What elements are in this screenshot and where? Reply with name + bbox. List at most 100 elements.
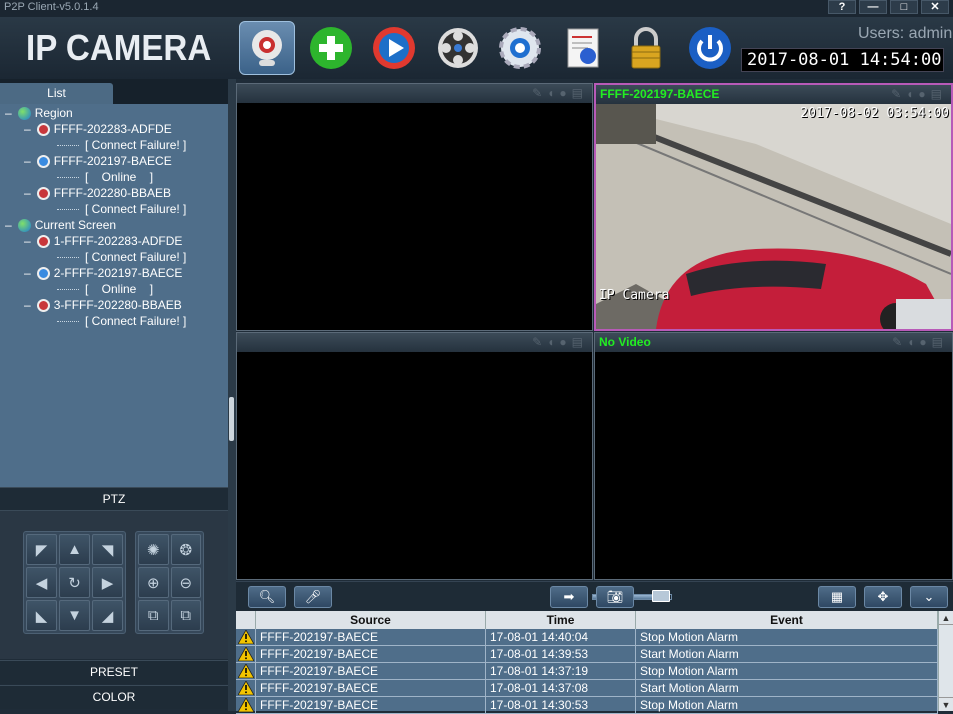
ptz-auto-rotate-button[interactable]: ↻ bbox=[59, 567, 90, 598]
cell-source: FFFF-202197-BAECE bbox=[256, 629, 486, 645]
camera-offline-icon bbox=[36, 186, 50, 200]
camera-offline-icon bbox=[36, 234, 50, 248]
add-device-button[interactable] bbox=[303, 21, 359, 75]
microphone-icon: 🎤︎ bbox=[304, 589, 322, 604]
zoom-in-button[interactable]: ⊕ bbox=[138, 567, 169, 598]
ptz-left-button[interactable]: ◀ bbox=[26, 567, 57, 598]
current-user: Users: admin bbox=[858, 25, 953, 42]
pane-tool-icons: ✎◖●▤ bbox=[892, 335, 948, 349]
table-row[interactable]: FFFF-202197-BAECE 17-08-01 14:39:53 Start … bbox=[236, 646, 938, 663]
table-row[interactable]: FFFF-202197-BAECE 17-08-01 14:30:53 Stop M… bbox=[236, 697, 938, 714]
iris-close-button[interactable]: ⧉ bbox=[170, 600, 201, 631]
ptz-lens-pad: ✺ ❂ ⊕ ⊖ ⧉ ⧉ bbox=[135, 531, 204, 634]
preset-section-header[interactable]: PRESET bbox=[0, 660, 228, 684]
plus-icon bbox=[310, 27, 352, 69]
cell-time: 17-08-01 14:37:19 bbox=[486, 663, 636, 679]
collapse-button[interactable]: ⌄ bbox=[910, 586, 948, 608]
volume-knob[interactable] bbox=[652, 590, 670, 602]
tab-list[interactable]: List bbox=[0, 83, 113, 104]
col-source[interactable]: Source bbox=[256, 611, 486, 629]
reel-icon bbox=[438, 28, 478, 68]
camera-view-button[interactable] bbox=[239, 21, 295, 75]
tree-group-current-screen[interactable]: – Current Screen bbox=[5, 217, 116, 233]
lock-button[interactable] bbox=[618, 21, 674, 75]
ptz-up-left-button[interactable]: ◤ bbox=[26, 534, 57, 565]
ptz-section-header[interactable]: PTZ bbox=[0, 487, 228, 511]
power-icon bbox=[689, 27, 731, 69]
splitter-handle[interactable] bbox=[229, 397, 234, 441]
pane-tool-icons: ✎◖●▤ bbox=[891, 87, 947, 101]
warning-icon bbox=[236, 663, 256, 679]
panel-splitter[interactable] bbox=[228, 79, 236, 711]
video-pane-4[interactable]: No Video ✎◖●▤ bbox=[594, 332, 953, 580]
table-row[interactable]: FFFF-202197-BAECE 17-08-01 14:37:08 Start … bbox=[236, 680, 938, 697]
help-button[interactable]: ? bbox=[828, 0, 856, 14]
ptz-down-left-button[interactable]: ◣ bbox=[26, 600, 57, 631]
camera-online-icon bbox=[36, 154, 50, 168]
camera-offline-icon bbox=[36, 298, 50, 312]
tree-device[interactable]: –2-FFFF-202197-BAECE bbox=[24, 265, 182, 281]
maximize-button[interactable]: □ bbox=[890, 0, 918, 14]
ptz-up-button[interactable]: ▲ bbox=[59, 534, 90, 565]
col-time[interactable]: Time bbox=[486, 611, 636, 629]
tree-device[interactable]: –1-FFFF-202283-ADFDE bbox=[24, 233, 182, 249]
table-row[interactable]: FFFF-202197-BAECE 17-08-01 14:37:19 Stop M… bbox=[236, 663, 938, 680]
camera-feed: 2017-08-02 03:54:00 IP Camera bbox=[596, 104, 951, 329]
title-bar: P2P Client-v5.0.1.4 ? — □ ✕ bbox=[0, 0, 953, 17]
ptz-right-button[interactable]: ▶ bbox=[92, 567, 123, 598]
tree-device[interactable]: – FFFF-202197-BAECE bbox=[24, 153, 172, 169]
video-pane-3[interactable]: ✎◖●▤ bbox=[236, 332, 593, 580]
gear-icon bbox=[499, 27, 541, 69]
record-button[interactable]: ➡ bbox=[550, 586, 588, 608]
event-log: Source Time Event FFFF-202197-BAECE 17-08… bbox=[236, 611, 953, 714]
tree-group-region[interactable]: – Region bbox=[5, 105, 73, 121]
app-logo: IP CAMERA bbox=[26, 27, 212, 68]
table-row[interactable]: FFFF-202197-BAECE 17-08-01 14:40:04 Stop M… bbox=[236, 629, 938, 646]
device-status: [ Online ] bbox=[57, 169, 153, 185]
camera-online-icon bbox=[36, 266, 50, 280]
tree-device[interactable]: – FFFF-202283-ADFDE bbox=[24, 121, 172, 137]
chevron-double-down-icon: ⌄ bbox=[923, 589, 935, 604]
settings-button[interactable] bbox=[492, 21, 548, 75]
snapshot-button[interactable]: 📷︎ bbox=[596, 586, 634, 608]
grid-icon: ▦ bbox=[830, 589, 844, 604]
ptz-up-right-button[interactable]: ◥ bbox=[92, 534, 123, 565]
warning-icon bbox=[236, 646, 256, 662]
color-section-header[interactable]: COLOR bbox=[0, 685, 228, 709]
scroll-up-arrow[interactable]: ▲ bbox=[939, 611, 953, 625]
cell-time: 17-08-01 14:37:08 bbox=[486, 680, 636, 696]
playback-button[interactable] bbox=[366, 21, 422, 75]
fullscreen-button[interactable]: ✥ bbox=[864, 586, 902, 608]
tree-device[interactable]: –3-FFFF-202280-BBAEB bbox=[24, 297, 182, 313]
tree-device[interactable]: – FFFF-202280-BBAEB bbox=[24, 185, 171, 201]
zoom-out-button[interactable]: ⊖ bbox=[170, 567, 201, 598]
camera-offline-icon bbox=[36, 122, 50, 136]
video-reel-button[interactable] bbox=[430, 21, 486, 75]
iris-open-button[interactable]: ⧉ bbox=[138, 600, 169, 631]
power-button[interactable] bbox=[682, 21, 738, 75]
microphone-button[interactable]: 🎤︎ bbox=[294, 586, 332, 608]
ptz-down-right-button[interactable]: ◢ bbox=[92, 600, 123, 631]
warning-icon bbox=[236, 680, 256, 696]
minimize-button[interactable]: — bbox=[859, 0, 887, 14]
cell-time: 17-08-01 14:40:04 bbox=[486, 629, 636, 645]
log-search-button[interactable] bbox=[555, 21, 611, 75]
focus-far-button[interactable]: ❂ bbox=[170, 534, 201, 565]
cell-source: FFFF-202197-BAECE bbox=[256, 646, 486, 662]
focus-near-button[interactable]: ✺ bbox=[138, 534, 169, 565]
scroll-down-arrow[interactable]: ▼ bbox=[939, 697, 953, 711]
close-button[interactable]: ✕ bbox=[921, 0, 949, 14]
cell-source: FFFF-202197-BAECE bbox=[256, 680, 486, 696]
cell-source: FFFF-202197-BAECE bbox=[256, 663, 486, 679]
video-pane-2[interactable]: FFFF-202197-BAECE ✎◖●▤ 2017-08-02 03:54:0… bbox=[594, 83, 953, 331]
play-icon bbox=[373, 27, 415, 69]
layout-button[interactable]: ▦ bbox=[818, 586, 856, 608]
globe-icon bbox=[17, 218, 31, 232]
video-pane-1[interactable]: ✎◖●▤ bbox=[236, 83, 593, 331]
log-scrollbar[interactable]: ▲ ▼ bbox=[938, 611, 953, 711]
feed-timestamp: 2017-08-02 03:54:00 bbox=[800, 106, 949, 121]
col-event[interactable]: Event bbox=[636, 611, 938, 629]
camera-icon: 📷︎ bbox=[606, 589, 624, 604]
ptz-down-button[interactable]: ▼ bbox=[59, 600, 90, 631]
search-button[interactable]: 🔍︎ bbox=[248, 586, 286, 608]
